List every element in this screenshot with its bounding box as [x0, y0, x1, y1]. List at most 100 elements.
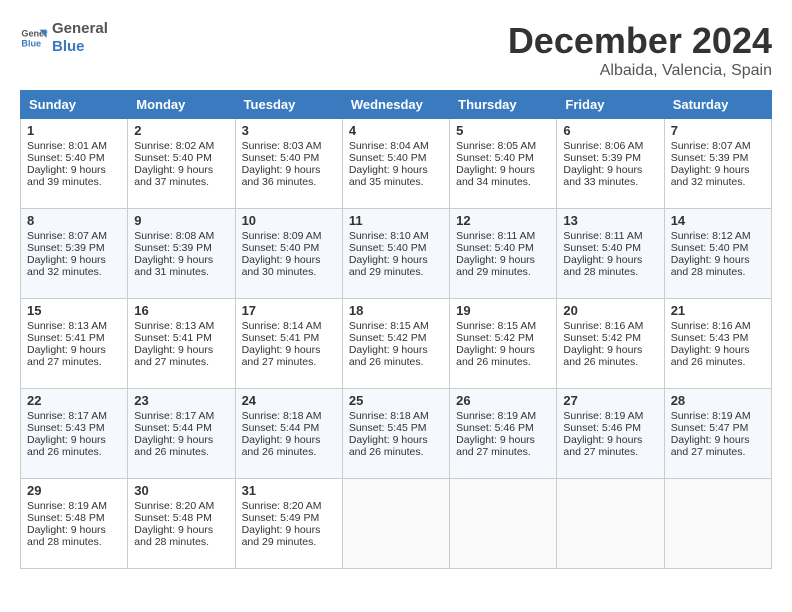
calendar-cell: 27Sunrise: 8:19 AMSunset: 5:46 PMDayligh…	[557, 389, 664, 479]
sunrise-text: Sunrise: 8:19 AM	[671, 410, 751, 422]
calendar-cell: 19Sunrise: 8:15 AMSunset: 5:42 PMDayligh…	[450, 299, 557, 389]
daylight-label: Daylight: 9 hours and 26 minutes.	[349, 434, 428, 458]
day-number: 1	[27, 123, 121, 138]
sunset-text: Sunset: 5:44 PM	[134, 422, 212, 434]
svg-text:Blue: Blue	[21, 38, 41, 48]
calendar-cell: 4Sunrise: 8:04 AMSunset: 5:40 PMDaylight…	[342, 119, 449, 209]
sunrise-text: Sunrise: 8:04 AM	[349, 140, 429, 152]
sunset-text: Sunset: 5:40 PM	[456, 152, 534, 164]
daylight-label: Daylight: 9 hours and 26 minutes.	[349, 344, 428, 368]
sunrise-text: Sunrise: 8:07 AM	[671, 140, 751, 152]
calendar-week-row: 1Sunrise: 8:01 AMSunset: 5:40 PMDaylight…	[21, 119, 772, 209]
title-block: December 2024 Albaida, Valencia, Spain	[508, 20, 772, 80]
calendar-cell: 7Sunrise: 8:07 AMSunset: 5:39 PMDaylight…	[664, 119, 771, 209]
day-number: 8	[27, 213, 121, 228]
calendar-cell: 23Sunrise: 8:17 AMSunset: 5:44 PMDayligh…	[128, 389, 235, 479]
day-number: 31	[242, 483, 336, 498]
daylight-label: Daylight: 9 hours and 36 minutes.	[242, 164, 321, 188]
calendar-day-header: Monday	[128, 91, 235, 119]
logo: General Blue General Blue	[20, 20, 108, 56]
logo-icon: General Blue	[20, 24, 48, 52]
calendar-cell: 16Sunrise: 8:13 AMSunset: 5:41 PMDayligh…	[128, 299, 235, 389]
day-number: 7	[671, 123, 765, 138]
day-number: 3	[242, 123, 336, 138]
calendar-cell: 30Sunrise: 8:20 AMSunset: 5:48 PMDayligh…	[128, 479, 235, 569]
calendar-day-header: Wednesday	[342, 91, 449, 119]
day-number: 2	[134, 123, 228, 138]
calendar-cell	[342, 479, 449, 569]
sunrise-text: Sunrise: 8:15 AM	[456, 320, 536, 332]
calendar-day-header: Saturday	[664, 91, 771, 119]
calendar-cell	[450, 479, 557, 569]
calendar-cell: 14Sunrise: 8:12 AMSunset: 5:40 PMDayligh…	[664, 209, 771, 299]
calendar-table: SundayMondayTuesdayWednesdayThursdayFrid…	[20, 90, 772, 569]
day-number: 26	[456, 393, 550, 408]
daylight-label: Daylight: 9 hours and 37 minutes.	[134, 164, 213, 188]
sunset-text: Sunset: 5:42 PM	[563, 332, 641, 344]
sunrise-text: Sunrise: 8:19 AM	[563, 410, 643, 422]
calendar-cell: 24Sunrise: 8:18 AMSunset: 5:44 PMDayligh…	[235, 389, 342, 479]
calendar-cell: 3Sunrise: 8:03 AMSunset: 5:40 PMDaylight…	[235, 119, 342, 209]
daylight-label: Daylight: 9 hours and 27 minutes.	[242, 344, 321, 368]
sunrise-text: Sunrise: 8:18 AM	[242, 410, 322, 422]
calendar-cell: 20Sunrise: 8:16 AMSunset: 5:42 PMDayligh…	[557, 299, 664, 389]
daylight-label: Daylight: 9 hours and 28 minutes.	[671, 254, 750, 278]
day-number: 27	[563, 393, 657, 408]
sunset-text: Sunset: 5:41 PM	[27, 332, 105, 344]
calendar-cell: 31Sunrise: 8:20 AMSunset: 5:49 PMDayligh…	[235, 479, 342, 569]
calendar-day-header: Tuesday	[235, 91, 342, 119]
sunrise-text: Sunrise: 8:17 AM	[134, 410, 214, 422]
daylight-label: Daylight: 9 hours and 29 minutes.	[242, 524, 321, 548]
sunset-text: Sunset: 5:43 PM	[671, 332, 749, 344]
sunset-text: Sunset: 5:41 PM	[134, 332, 212, 344]
sunrise-text: Sunrise: 8:20 AM	[134, 500, 214, 512]
sunset-text: Sunset: 5:40 PM	[134, 152, 212, 164]
calendar-cell: 8Sunrise: 8:07 AMSunset: 5:39 PMDaylight…	[21, 209, 128, 299]
day-number: 29	[27, 483, 121, 498]
daylight-label: Daylight: 9 hours and 31 minutes.	[134, 254, 213, 278]
calendar-cell: 17Sunrise: 8:14 AMSunset: 5:41 PMDayligh…	[235, 299, 342, 389]
sunset-text: Sunset: 5:48 PM	[27, 512, 105, 524]
sunrise-text: Sunrise: 8:10 AM	[349, 230, 429, 242]
sunrise-text: Sunrise: 8:19 AM	[27, 500, 107, 512]
sunrise-text: Sunrise: 8:07 AM	[27, 230, 107, 242]
sunset-text: Sunset: 5:48 PM	[134, 512, 212, 524]
sunrise-text: Sunrise: 8:09 AM	[242, 230, 322, 242]
sunset-text: Sunset: 5:45 PM	[349, 422, 427, 434]
day-number: 24	[242, 393, 336, 408]
daylight-label: Daylight: 9 hours and 27 minutes.	[27, 344, 106, 368]
sunset-text: Sunset: 5:42 PM	[349, 332, 427, 344]
sunrise-text: Sunrise: 8:15 AM	[349, 320, 429, 332]
calendar-cell: 11Sunrise: 8:10 AMSunset: 5:40 PMDayligh…	[342, 209, 449, 299]
sunset-text: Sunset: 5:40 PM	[242, 152, 320, 164]
day-number: 9	[134, 213, 228, 228]
daylight-label: Daylight: 9 hours and 34 minutes.	[456, 164, 535, 188]
calendar-cell: 28Sunrise: 8:19 AMSunset: 5:47 PMDayligh…	[664, 389, 771, 479]
sunset-text: Sunset: 5:46 PM	[456, 422, 534, 434]
sunset-text: Sunset: 5:39 PM	[134, 242, 212, 254]
calendar-cell: 18Sunrise: 8:15 AMSunset: 5:42 PMDayligh…	[342, 299, 449, 389]
sunset-text: Sunset: 5:39 PM	[563, 152, 641, 164]
calendar-cell	[557, 479, 664, 569]
sunset-text: Sunset: 5:39 PM	[27, 242, 105, 254]
daylight-label: Daylight: 9 hours and 26 minutes.	[456, 344, 535, 368]
calendar-cell: 25Sunrise: 8:18 AMSunset: 5:45 PMDayligh…	[342, 389, 449, 479]
day-number: 19	[456, 303, 550, 318]
day-number: 4	[349, 123, 443, 138]
daylight-label: Daylight: 9 hours and 28 minutes.	[27, 524, 106, 548]
calendar-day-header: Thursday	[450, 91, 557, 119]
logo-general: General	[52, 20, 108, 38]
daylight-label: Daylight: 9 hours and 32 minutes.	[671, 164, 750, 188]
daylight-label: Daylight: 9 hours and 27 minutes.	[134, 344, 213, 368]
calendar-cell: 10Sunrise: 8:09 AMSunset: 5:40 PMDayligh…	[235, 209, 342, 299]
daylight-label: Daylight: 9 hours and 26 minutes.	[242, 434, 321, 458]
calendar-header-row: SundayMondayTuesdayWednesdayThursdayFrid…	[21, 91, 772, 119]
daylight-label: Daylight: 9 hours and 35 minutes.	[349, 164, 428, 188]
day-number: 17	[242, 303, 336, 318]
daylight-label: Daylight: 9 hours and 26 minutes.	[671, 344, 750, 368]
day-number: 14	[671, 213, 765, 228]
day-number: 13	[563, 213, 657, 228]
daylight-label: Daylight: 9 hours and 26 minutes.	[134, 434, 213, 458]
calendar-week-row: 29Sunrise: 8:19 AMSunset: 5:48 PMDayligh…	[21, 479, 772, 569]
sunrise-text: Sunrise: 8:01 AM	[27, 140, 107, 152]
